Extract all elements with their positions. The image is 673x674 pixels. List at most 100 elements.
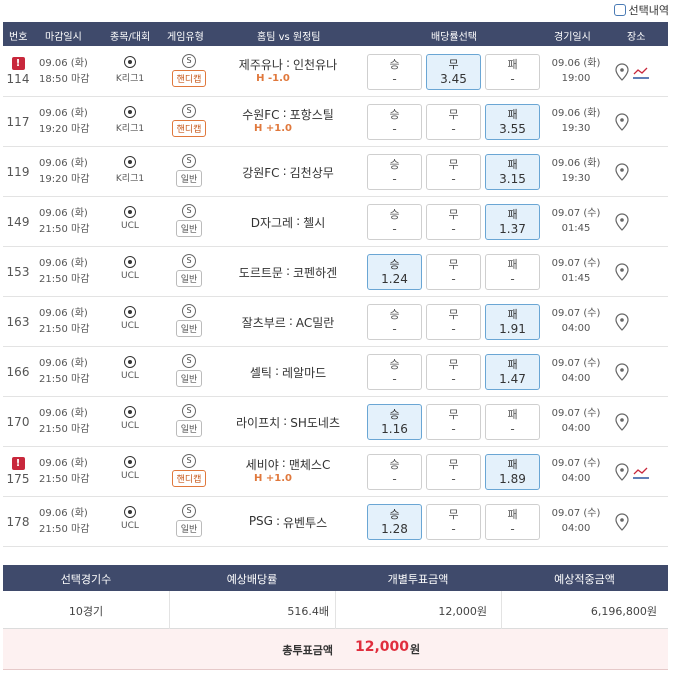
odds-lose-button[interactable]: 패 - <box>485 254 540 290</box>
summary-row: 10경기 516.4배 12,000원 6,196,800원 <box>3 591 668 629</box>
row-number: 163 <box>6 315 30 329</box>
game-date: 09.07 (수) <box>551 458 601 469</box>
odds-win-label: 승 <box>389 358 400 371</box>
sport-cell: UCL <box>109 306 151 331</box>
home-team: 도르트문 <box>238 266 283 280</box>
map-pin-icon[interactable] <box>615 513 629 531</box>
odds-win-button[interactable]: 승 - <box>367 204 422 240</box>
odds-draw-button[interactable]: 무 - <box>426 204 481 240</box>
odds-draw-button[interactable]: 무 3.45 <box>426 54 481 90</box>
game-date: 09.07 (수) <box>551 258 601 269</box>
odds-win-button[interactable]: 승 1.28 <box>367 504 422 540</box>
odds-lose-button[interactable]: 패 - <box>485 404 540 440</box>
map-pin-icon[interactable] <box>615 63 629 81</box>
col-game-type: 게임유형 <box>167 32 204 43</box>
odds-lose-button[interactable]: 패 1.89 <box>485 454 540 490</box>
soccer-ball-icon <box>124 506 136 518</box>
game-date: 09.07 (수) <box>551 308 601 319</box>
odds-draw-button[interactable]: 무 - <box>426 454 481 490</box>
deadline-date: 09.06 (화) <box>39 208 88 219</box>
odds-win-button[interactable]: 승 - <box>367 154 422 190</box>
map-pin-icon[interactable] <box>615 213 629 231</box>
table-row: 178 09.06 (화) 21:50 마감 UCL S 일반 PSG : 유벤… <box>3 497 668 547</box>
sport-type-icon: S <box>182 204 196 218</box>
odds-win-button[interactable]: 승 - <box>367 104 422 140</box>
odds-draw-button[interactable]: 무 - <box>426 304 481 340</box>
odds-lose-button[interactable]: 패 3.55 <box>485 104 540 140</box>
summary-header: 선택경기수 예상배당률 개별투표금액 예상적중금액 <box>3 565 668 591</box>
table-row: 117 09.06 (화) 19:20 마감 K리그1 S 핸디캡 수원FC :… <box>3 97 668 147</box>
odds-lose-label: 패 <box>507 408 518 421</box>
odds-lose-button[interactable]: 패 - <box>485 54 540 90</box>
row-number: 170 <box>6 415 30 429</box>
odds-lose-label: 패 <box>507 258 518 271</box>
venue-cell <box>615 63 661 81</box>
checkbox-icon[interactable] <box>613 4 626 16</box>
map-pin-icon[interactable] <box>615 313 629 331</box>
odds-lose-button[interactable]: 패 1.47 <box>485 354 540 390</box>
odds-draw-button[interactable]: 무 - <box>426 154 481 190</box>
odds-win-button[interactable]: 승 - <box>367 54 422 90</box>
top-bar: 선택내역 <box>0 0 673 22</box>
deadline-time: 21:50 마감 <box>39 424 90 435</box>
select-history-toggle[interactable]: 선택내역 <box>613 2 669 18</box>
deadline-cell: 09.06 (화) 21:50 마감 <box>39 456 103 488</box>
sport-cell: UCL <box>109 206 151 231</box>
row-number-cell: ! 175 <box>5 457 31 486</box>
deadline-time: 21:50 마감 <box>39 224 90 235</box>
matchup: 수원FC : 포항스틸 <box>213 106 363 123</box>
table-row: 163 09.06 (화) 21:50 마감 UCL S 일반 잘츠부르 : A… <box>3 297 668 347</box>
odds-win-button[interactable]: 승 1.16 <box>367 404 422 440</box>
odds-win-button[interactable]: 승 1.24 <box>367 254 422 290</box>
home-team: 라이프치 <box>236 416 281 430</box>
odds-draw-button[interactable]: 무 - <box>426 354 481 390</box>
sport-cell: UCL <box>109 356 151 381</box>
odds-win-button[interactable]: 승 - <box>367 304 422 340</box>
odds-win-value: - <box>392 172 397 186</box>
map-pin-icon[interactable] <box>615 413 629 431</box>
away-team: SH도네츠 <box>290 416 340 430</box>
map-pin-icon[interactable] <box>615 363 629 381</box>
odds-draw-label: 무 <box>448 258 459 271</box>
odds-draw-label: 무 <box>448 458 459 471</box>
odds-draw-button[interactable]: 무 - <box>426 104 481 140</box>
col-teams: 홈팀 vs 원정팀 <box>257 32 321 43</box>
row-number-cell: 149 <box>5 215 31 229</box>
odds-win-value: 1.24 <box>381 272 408 286</box>
deadline-cell: 09.06 (화) 21:50 마감 <box>39 206 103 238</box>
deadline-time: 21:50 마감 <box>39 524 90 535</box>
odds-lose-button[interactable]: 패 1.37 <box>485 204 540 240</box>
deadline-cell: 09.06 (화) 19:20 마감 <box>39 156 103 188</box>
odds-draw-label: 무 <box>448 58 459 71</box>
summary-col-bet: 개별투표금액 <box>387 573 449 586</box>
odds-lose-button[interactable]: 패 1.91 <box>485 304 540 340</box>
row-number-cell: ! 114 <box>5 57 31 86</box>
odds-lose-button[interactable]: 패 3.15 <box>485 154 540 190</box>
game-time: 04:00 <box>561 473 591 484</box>
odds-win-button[interactable]: 승 - <box>367 454 422 490</box>
map-pin-icon[interactable] <box>615 463 629 481</box>
league-name: UCL <box>121 371 139 381</box>
deadline-date: 09.06 (화) <box>39 108 88 119</box>
sport-type-icon: S <box>182 404 196 418</box>
map-pin-icon[interactable] <box>615 113 629 131</box>
map-pin-icon[interactable] <box>615 163 629 181</box>
odds-lose-button[interactable]: 패 - <box>485 504 540 540</box>
odds-win-button[interactable]: 승 - <box>367 354 422 390</box>
vs-separator: : <box>285 56 291 70</box>
venue-cell <box>615 113 661 131</box>
game-date: 09.06 (화) <box>551 58 601 69</box>
odds-draw-button[interactable]: 무 - <box>426 504 481 540</box>
vs-separator: : <box>283 414 288 428</box>
map-pin-icon[interactable] <box>615 263 629 281</box>
sport-cell: UCL <box>109 506 151 531</box>
deadline-time: 19:20 마감 <box>39 124 90 135</box>
soccer-ball-icon <box>124 456 136 468</box>
total-amount: 12,000 <box>355 639 410 655</box>
away-team: 코펜하겐 <box>293 266 338 280</box>
trend-chart-icon[interactable] <box>632 65 650 79</box>
summary-col-odds: 예상배당률 <box>226 573 278 586</box>
odds-draw-button[interactable]: 무 - <box>426 254 481 290</box>
odds-draw-button[interactable]: 무 - <box>426 404 481 440</box>
trend-chart-icon[interactable] <box>632 465 650 479</box>
